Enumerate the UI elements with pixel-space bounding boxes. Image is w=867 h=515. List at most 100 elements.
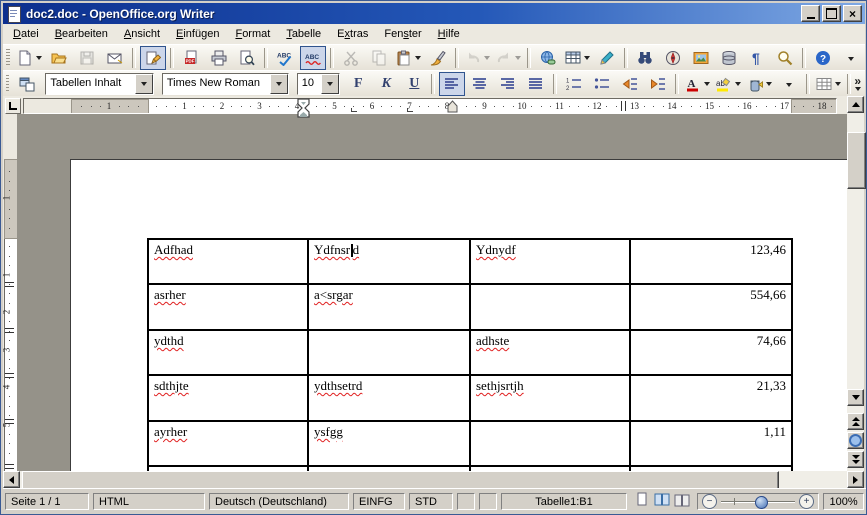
toolbar-overflow-button[interactable]: »: [854, 77, 861, 91]
horizontal-ruler[interactable]: 1234567891011121314151617181: [23, 98, 837, 114]
underline-button[interactable]: U: [401, 72, 427, 96]
format-paintbrush-button[interactable]: [425, 46, 451, 70]
status-page[interactable]: Seite 1 / 1: [5, 493, 89, 510]
paragraph-style-combo[interactable]: Tabellen Inhalt: [45, 73, 154, 95]
maximize-button[interactable]: [822, 5, 841, 22]
menu-datei[interactable]: Datei: [5, 25, 47, 43]
table-cell[interactable]: 554,66: [630, 284, 792, 330]
status-modified[interactable]: [457, 493, 475, 510]
status-insert-mode[interactable]: EINFG: [353, 493, 405, 510]
table-cell[interactable]: 123,46: [630, 239, 792, 284]
table-cell[interactable]: Ydnydf: [470, 239, 630, 284]
numbered-list-button[interactable]: 12: [561, 72, 587, 96]
zoom-in-button[interactable]: +: [799, 494, 814, 509]
navigation-dot-button[interactable]: [847, 432, 864, 449]
menu-format[interactable]: Format: [227, 25, 278, 43]
save-button[interactable]: [74, 46, 100, 70]
menu-einfgen[interactable]: Einfügen: [168, 25, 227, 43]
table-cell[interactable]: ysfgg: [308, 421, 470, 466]
table-cell[interactable]: [470, 421, 630, 466]
draw-functions-button[interactable]: [594, 46, 620, 70]
dropdown-arrow-icon[interactable]: [735, 82, 741, 86]
open-button[interactable]: [46, 46, 72, 70]
edit-file-button[interactable]: [140, 46, 166, 70]
indent-marker[interactable]: [447, 100, 458, 118]
close-button[interactable]: ×: [843, 5, 862, 22]
increase-indent-button[interactable]: [645, 72, 671, 96]
toolbar-grip[interactable]: [6, 49, 10, 67]
table-cell[interactable]: 21,33: [630, 375, 792, 421]
dropdown-arrow-icon[interactable]: [766, 82, 772, 86]
combo-dropdown-icon[interactable]: [135, 74, 153, 94]
autospellcheck-button[interactable]: ABC: [300, 46, 326, 70]
status-cell-reference[interactable]: Tabelle1:B1: [501, 493, 627, 510]
align-justify-button[interactable]: [523, 72, 549, 96]
hyperlink-button[interactable]: [535, 46, 561, 70]
dropdown-arrow-icon[interactable]: [415, 56, 421, 60]
font-name-combo[interactable]: Times New Roman: [162, 73, 289, 95]
insert-table-button[interactable]: [563, 46, 592, 70]
copy-button[interactable]: [366, 46, 392, 70]
scroll-up-button[interactable]: [847, 96, 864, 113]
navigator-button[interactable]: [660, 46, 686, 70]
data-sources-button[interactable]: [716, 46, 742, 70]
font-color-button[interactable]: A: [683, 72, 712, 96]
formatting-marks-button[interactable]: ¶: [744, 46, 770, 70]
table-button[interactable]: [814, 72, 843, 96]
toolbar-grip[interactable]: [6, 75, 9, 93]
status-language[interactable]: Deutsch (Deutschland): [209, 493, 349, 510]
combo-dropdown-icon[interactable]: [321, 74, 339, 94]
italic-button[interactable]: K: [373, 72, 399, 96]
document-page[interactable]: AdfhadYdfnsrdYdnydf123,46asrhera<srgar55…: [70, 159, 847, 471]
zoom-out-button[interactable]: −: [702, 494, 717, 509]
table-cell[interactable]: asrher: [148, 284, 308, 330]
gallery-button[interactable]: [688, 46, 714, 70]
table-cell[interactable]: ayrher: [148, 421, 308, 466]
menu-fenster[interactable]: Fenster: [376, 25, 429, 43]
align-right-button[interactable]: [495, 72, 521, 96]
horizontal-scrollbar[interactable]: [3, 471, 864, 488]
tab-type-selector-button[interactable]: [5, 98, 21, 114]
next-page-button[interactable]: [847, 451, 864, 468]
dropdown-arrow-icon[interactable]: [36, 56, 42, 60]
table-cell[interactable]: [308, 330, 470, 375]
zoom-thumb-icon[interactable]: [755, 496, 768, 509]
table-cell[interactable]: a<srgar: [308, 284, 470, 330]
toolbar-options-button[interactable]: [838, 46, 864, 70]
paste-button[interactable]: [394, 46, 423, 70]
redo-button[interactable]: [494, 46, 523, 70]
table-cell[interactable]: sdthjte: [148, 375, 308, 421]
menu-bearbeiten[interactable]: Bearbeiten: [47, 25, 116, 43]
table-cell[interactable]: [470, 284, 630, 330]
scroll-left-button[interactable]: [3, 471, 20, 488]
undo-button[interactable]: [463, 46, 492, 70]
cut-button[interactable]: [338, 46, 364, 70]
table-cell[interactable]: sethjsrtjh: [470, 375, 630, 421]
menu-hilfe[interactable]: Hilfe: [430, 25, 468, 43]
zoom-slider[interactable]: − +: [697, 493, 819, 510]
zoom-button[interactable]: [772, 46, 798, 70]
single-page-view-button[interactable]: [634, 492, 650, 511]
decrease-indent-button[interactable]: [617, 72, 643, 96]
status-signature[interactable]: [479, 493, 497, 510]
menu-extras[interactable]: Extras: [329, 25, 376, 43]
bullet-list-button[interactable]: [589, 72, 615, 96]
align-center-button[interactable]: [467, 72, 493, 96]
page-preview-button[interactable]: [234, 46, 260, 70]
bold-button[interactable]: F: [345, 72, 371, 96]
dropdown-arrow-icon[interactable]: [515, 56, 521, 60]
email-button[interactable]: [102, 46, 128, 70]
table-cell[interactable]: adhste: [470, 330, 630, 375]
vertical-scroll-thumb[interactable]: [847, 132, 866, 189]
scroll-down-button[interactable]: [847, 389, 864, 406]
zoom-track[interactable]: [721, 495, 795, 508]
book-view-button[interactable]: [674, 492, 690, 511]
vertical-scrollbar[interactable]: [847, 96, 864, 471]
title-bar[interactable]: doc2.doc - OpenOffice.org Writer ×: [3, 3, 865, 24]
more-options-button[interactable]: [776, 72, 802, 96]
previous-page-button[interactable]: [847, 413, 864, 430]
new-document-button[interactable]: [15, 46, 44, 70]
print-button[interactable]: [206, 46, 232, 70]
vertical-ruler[interactable]: 123451: [3, 114, 18, 471]
spellcheck-button[interactable]: ABC: [272, 46, 298, 70]
